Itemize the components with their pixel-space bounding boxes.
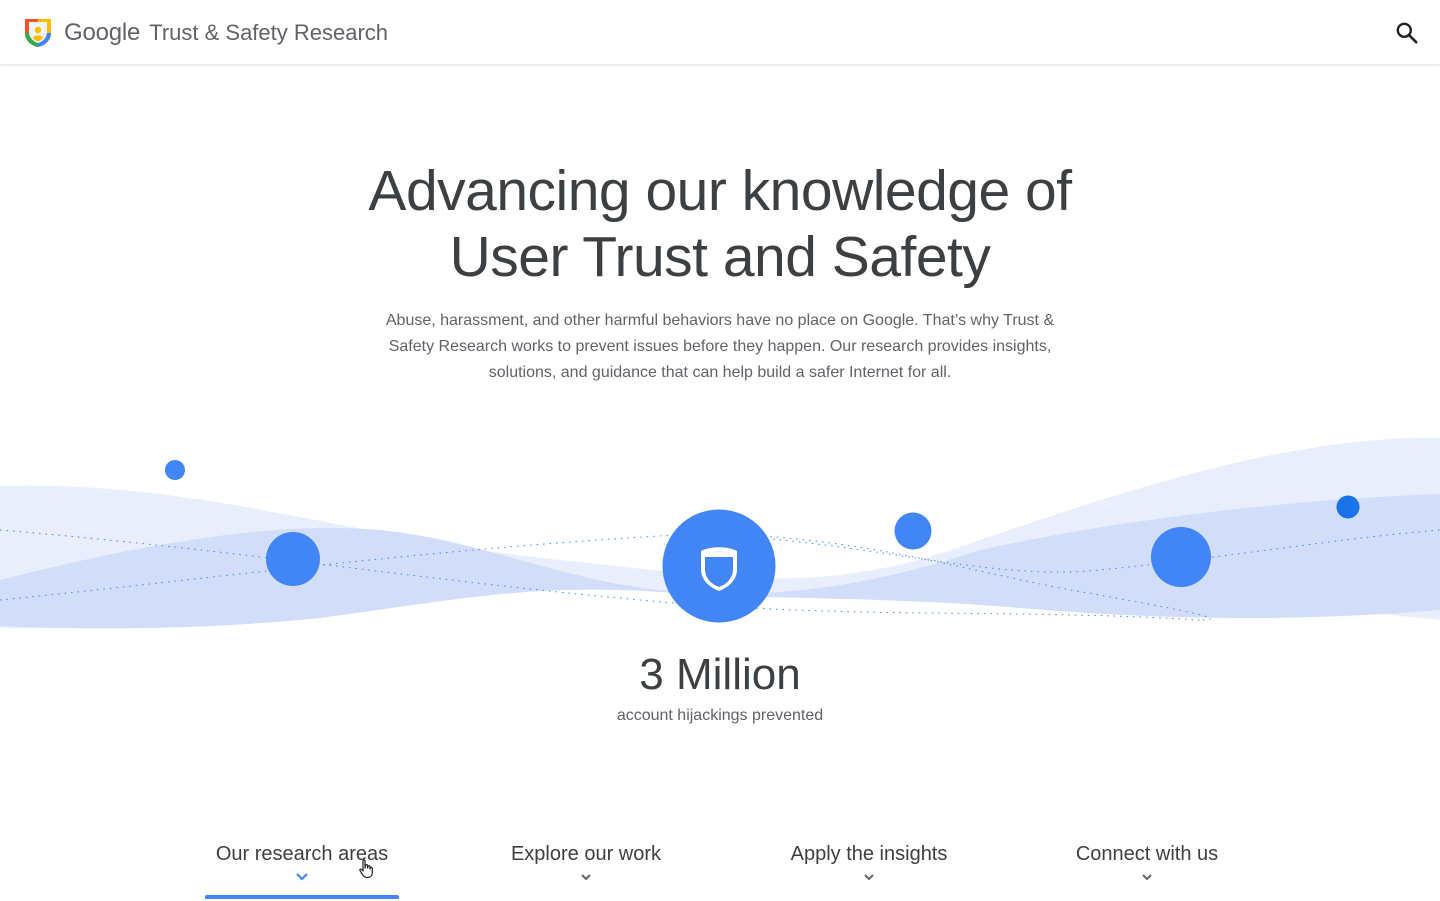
hero-description: Abuse, harassment, and other harmful beh… [385, 312, 1055, 381]
brand-title[interactable]: Google Trust & Safety Research [64, 19, 388, 47]
stat-value: 3 Million [639, 650, 801, 699]
tab-label: Explore our work [510, 843, 662, 865]
decorative-wave-graphic [0, 437, 1440, 629]
decor-dot-1 [165, 460, 185, 480]
shield-logo-icon[interactable] [23, 17, 53, 48]
hand-cursor-icon [359, 859, 373, 879]
decor-dot-4 [1151, 527, 1211, 587]
tab-explore-our-work[interactable]: Explore our work [491, 830, 681, 900]
tab-label: Apply the insights [790, 843, 948, 865]
decor-dot-5 [1336, 495, 1360, 519]
hero-title-line-1: Advancing our knowledge of [368, 159, 1072, 223]
active-tab-indicator [205, 895, 399, 899]
tab-connect-with-us[interactable]: Connect with us [1052, 830, 1242, 900]
decor-dot-3 [894, 512, 932, 550]
tab-apply-the-insights[interactable]: Apply the insights [774, 830, 964, 900]
search-icon[interactable] [1394, 20, 1420, 46]
stat-label: account hijackings prevented [616, 707, 824, 724]
brand-google-wordmark: Google [64, 19, 141, 46]
brand-product-name: Trust & Safety Research [149, 20, 389, 45]
shield-icon [662, 509, 776, 623]
hero-title: Advancing our knowledge of User Trust an… [0, 158, 1440, 290]
decor-dot-2 [266, 532, 320, 586]
section-tabs: Our research areas Explore our work Appl… [0, 830, 1440, 901]
tab-label: Connect with us [1075, 843, 1219, 865]
site-header: Google Trust & Safety Research [0, 0, 1440, 64]
hero-title-line-2: User Trust and Safety [449, 225, 991, 289]
